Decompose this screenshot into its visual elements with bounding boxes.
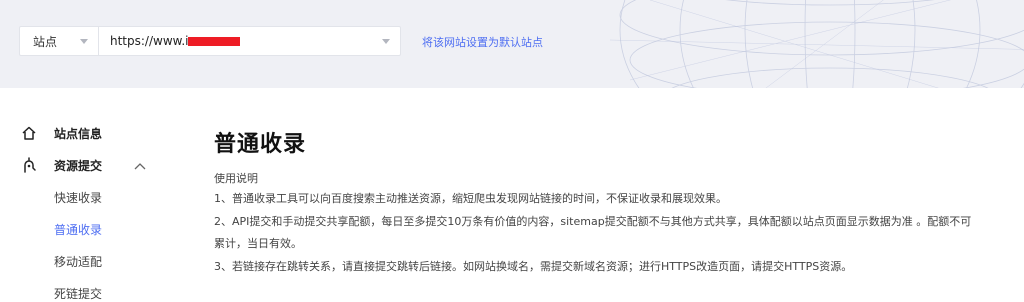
sidebar: 站点信息 资源提交 快速收录 普通收录 移动适配 死链提交 bbox=[0, 88, 170, 302]
usage-heading: 使用说明 bbox=[214, 172, 258, 185]
sidebar-subitem-normal-index[interactable]: 普通收录 bbox=[54, 221, 102, 238]
site-type-dropdown[interactable]: 站点 bbox=[20, 27, 99, 55]
redaction-mark bbox=[187, 36, 240, 46]
chevron-up-icon[interactable] bbox=[134, 162, 146, 170]
sidebar-subitem-mobile-adapt[interactable]: 移动适配 bbox=[54, 253, 102, 270]
usage-note-2-cont: 累计，当日有效。 bbox=[214, 237, 302, 250]
sidebar-item-resource-submit[interactable]: 资源提交 bbox=[20, 156, 102, 174]
sidebar-subitem-dead-link[interactable]: 死链提交 bbox=[54, 285, 102, 302]
usage-note-3: 3、若链接存在跳转关系，请直接提交跳转后链接。如网站换域名，需提交新域名资源；进… bbox=[214, 260, 853, 273]
usage-note-1: 1、普通收录工具可以向百度搜索主动推送资源，缩短爬虫发现网站链接的时间，不保证收… bbox=[214, 192, 727, 205]
page-title: 普通收录 bbox=[214, 132, 307, 157]
submit-icon bbox=[20, 156, 38, 174]
site-url-text: https://www.i bbox=[110, 34, 189, 48]
chevron-down-icon bbox=[382, 38, 390, 44]
site-type-label: 站点 bbox=[33, 34, 58, 49]
chevron-down-icon bbox=[80, 38, 88, 44]
sidebar-item-label: 站点信息 bbox=[54, 126, 103, 141]
sidebar-item-label: 资源提交 bbox=[54, 158, 103, 173]
globe-decoration bbox=[609, 0, 1024, 88]
site-url-dropdown[interactable]: https://www.i bbox=[99, 27, 400, 55]
set-default-site-link[interactable]: 将该网站设置为默认站点 bbox=[422, 34, 543, 50]
home-icon bbox=[20, 124, 38, 142]
sidebar-subitem-quick-index[interactable]: 快速收录 bbox=[54, 189, 102, 206]
site-header-bar: 站点 https://www.i 将该网站设置为默认站点 bbox=[0, 0, 1024, 88]
sidebar-item-site-info[interactable]: 站点信息 bbox=[20, 124, 102, 142]
site-selector: 站点 https://www.i bbox=[19, 26, 401, 56]
usage-note-2: 2、API提交和手动提交共享配额，每日至多提交10万条有价值的内容，sitema… bbox=[214, 215, 972, 228]
